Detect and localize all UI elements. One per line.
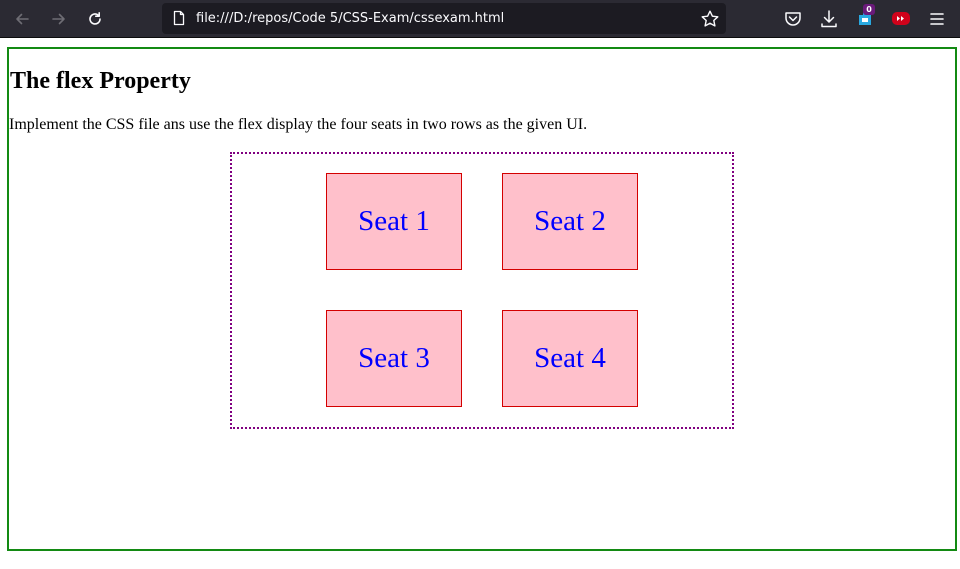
app-menu-button[interactable] [926, 8, 948, 30]
seats-flex-container: Seat 1 Seat 2 Seat 3 Seat 4 [230, 152, 734, 429]
video-extension-icon [892, 12, 910, 25]
star-icon[interactable] [700, 9, 720, 29]
page-icon [173, 10, 185, 26]
seat-2: Seat 2 [502, 173, 638, 270]
download-icon [821, 10, 837, 28]
url-text[interactable]: file:///D:/repos/Code 5/CSS-Exam/cssexam… [196, 10, 504, 27]
instructions-text: Implement the CSS file ans use the flex … [9, 116, 588, 133]
reload-icon [89, 12, 101, 25]
seat-3: Seat 3 [326, 310, 462, 407]
pocket-button[interactable] [782, 8, 804, 30]
address-bar[interactable]: file:///D:/repos/Code 5/CSS-Exam/cssexam… [162, 3, 726, 34]
extension-badge: 0 [863, 4, 875, 15]
extension-button[interactable]: 0 [854, 4, 876, 30]
page-content: The flex Property Implement the CSS file… [0, 38, 960, 569]
video-extension-button[interactable] [890, 8, 912, 30]
downloads-button[interactable] [818, 8, 840, 30]
browser-toolbar: file:///D:/repos/Code 5/CSS-Exam/cssexam… [0, 0, 960, 38]
reload-button[interactable] [82, 6, 108, 32]
page-title: The flex Property [10, 68, 191, 94]
hamburger-menu-icon [930, 13, 944, 25]
seat-1: Seat 1 [326, 173, 462, 270]
pocket-icon [785, 12, 801, 26]
arrow-right-icon [52, 13, 65, 25]
arrow-left-icon [16, 13, 29, 25]
seat-4: Seat 4 [502, 310, 638, 407]
forward-button[interactable] [46, 6, 72, 32]
back-button[interactable] [9, 6, 35, 32]
